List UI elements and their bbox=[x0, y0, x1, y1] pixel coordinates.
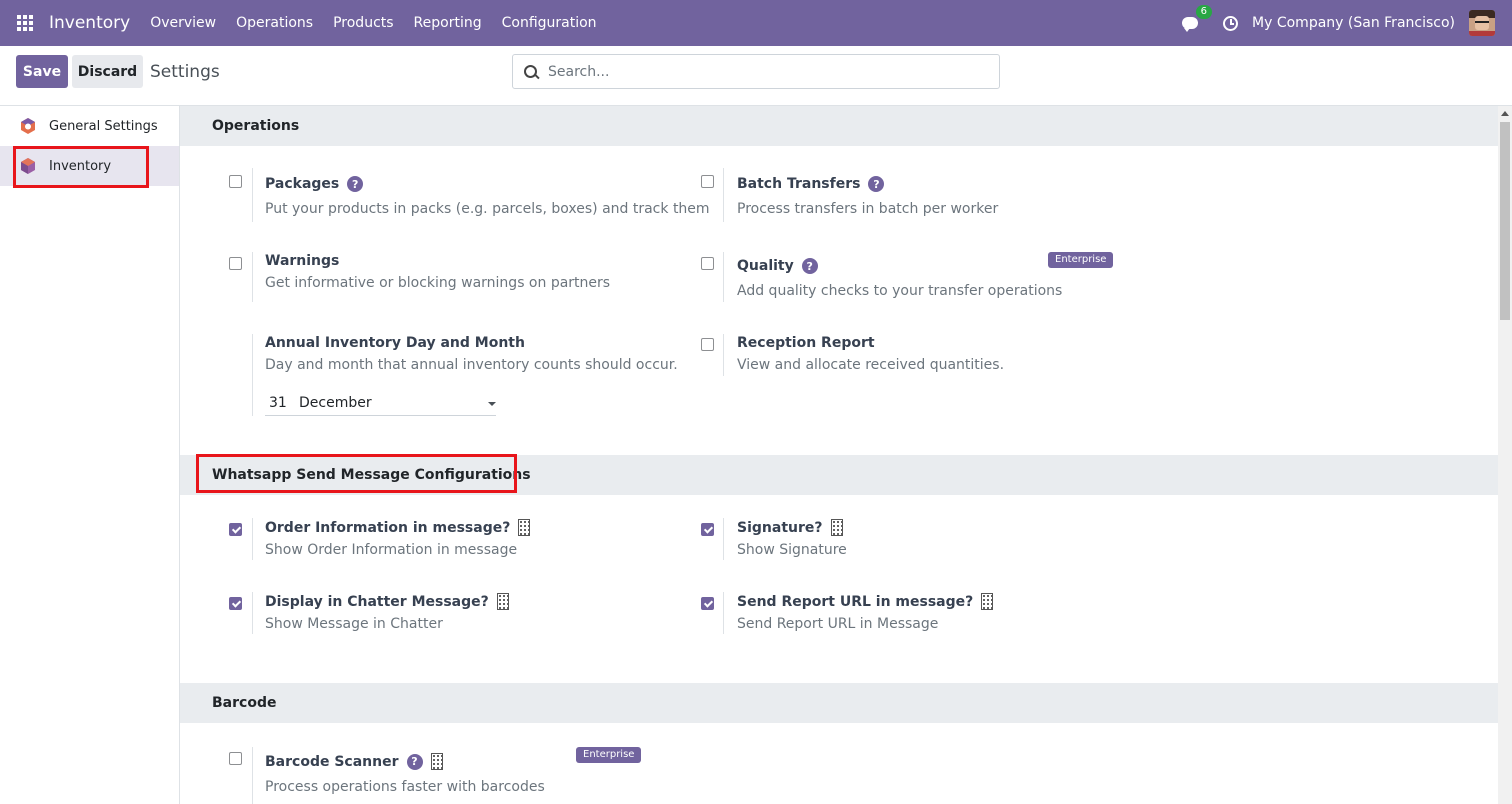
reception-report-title: Reception Report bbox=[737, 335, 875, 351]
display-chatter-description: Show Message in Chatter bbox=[265, 616, 443, 632]
annual-day-value: 31 bbox=[269, 395, 287, 411]
highlight-box-whatsapp-header bbox=[196, 454, 517, 493]
section-header-barcode: Barcode bbox=[180, 683, 1498, 723]
help-icon[interactable]: ? bbox=[347, 176, 364, 192]
help-icon[interactable]: ? bbox=[801, 258, 818, 274]
warnings-description: Get informative or blocking warnings on … bbox=[265, 275, 611, 291]
top-navbar: Inventory Overview Operations Products R… bbox=[0, 0, 1512, 46]
activity-clock-icon[interactable] bbox=[1223, 15, 1239, 31]
display-chatter-checkbox[interactable] bbox=[229, 597, 242, 610]
packages-description: Put your products in packs (e.g. parcels… bbox=[265, 201, 710, 217]
save-button[interactable]: Save bbox=[16, 55, 68, 88]
order-information-description: Show Order Information in message bbox=[265, 542, 518, 558]
scroll-up-arrow-icon[interactable] bbox=[1501, 111, 1509, 116]
discard-button[interactable]: Discard bbox=[72, 55, 143, 88]
annual-inventory-description: Day and month that annual inventory coun… bbox=[265, 357, 678, 373]
annual-inventory-date-select[interactable]: 31 December bbox=[265, 394, 496, 416]
annual-inventory-title: Annual Inventory Day and Month bbox=[265, 335, 525, 351]
section-header-operations: Operations bbox=[180, 106, 1498, 146]
barcode-scanner-description: Process operations faster with barcodes bbox=[265, 779, 545, 795]
enterprise-badge: Enterprise bbox=[576, 747, 642, 763]
batch-transfers-description: Process transfers in batch per worker bbox=[737, 201, 999, 217]
breadcrumb: Settings bbox=[150, 62, 220, 82]
reception-report-checkbox[interactable] bbox=[701, 338, 714, 351]
barcode-scanner-title: Barcode Scanner ? bbox=[265, 753, 443, 770]
sidebar-item-general-settings[interactable]: General Settings bbox=[0, 106, 179, 146]
annual-month-value: December bbox=[299, 395, 372, 411]
packages-checkbox[interactable] bbox=[229, 175, 242, 188]
company-building-icon bbox=[496, 593, 509, 610]
company-building-icon bbox=[981, 593, 994, 610]
company-building-icon bbox=[518, 519, 531, 536]
order-information-checkbox[interactable] bbox=[229, 523, 242, 536]
chat-icon[interactable]: 6 bbox=[1179, 5, 1213, 34]
chat-count-badge: 6 bbox=[1195, 5, 1213, 19]
settings-sidebar: General Settings Inventory bbox=[0, 106, 180, 804]
company-building-icon bbox=[430, 753, 443, 770]
menu-overview[interactable]: Overview bbox=[150, 15, 216, 31]
signature-title: Signature? bbox=[737, 519, 843, 536]
sidebar-item-label: General Settings bbox=[49, 118, 158, 134]
display-chatter-title: Display in Chatter Message? bbox=[265, 593, 509, 610]
help-icon[interactable]: ? bbox=[868, 176, 885, 192]
batch-transfers-checkbox[interactable] bbox=[701, 175, 714, 188]
company-switcher[interactable]: My Company (San Francisco) bbox=[1252, 15, 1455, 31]
report-url-checkbox[interactable] bbox=[701, 597, 714, 610]
signature-checkbox[interactable] bbox=[701, 523, 714, 536]
app-brand[interactable]: Inventory bbox=[49, 13, 130, 33]
menu-configuration[interactable]: Configuration bbox=[502, 15, 597, 31]
search-input[interactable] bbox=[548, 63, 968, 80]
report-url-description: Send Report URL in Message bbox=[737, 616, 939, 632]
quality-checkbox[interactable] bbox=[701, 257, 714, 270]
user-avatar[interactable] bbox=[1469, 10, 1495, 36]
general-settings-logo-icon bbox=[21, 118, 35, 134]
order-information-title: Order Information in message? bbox=[265, 519, 531, 536]
apps-menu-icon[interactable] bbox=[2, 0, 48, 46]
reception-report-description: View and allocate received quantities. bbox=[737, 357, 1005, 373]
search-bar[interactable] bbox=[512, 54, 1000, 89]
quality-title: Quality ? bbox=[737, 258, 818, 274]
help-icon[interactable]: ? bbox=[406, 753, 423, 770]
warnings-checkbox[interactable] bbox=[229, 257, 242, 270]
packages-title: Packages ? bbox=[265, 176, 364, 192]
enterprise-badge: Enterprise bbox=[1048, 252, 1114, 268]
search-icon bbox=[524, 64, 538, 79]
company-building-icon bbox=[830, 519, 843, 536]
highlight-box-inventory bbox=[13, 146, 149, 188]
chevron-down-icon bbox=[488, 402, 496, 406]
barcode-scanner-checkbox[interactable] bbox=[229, 752, 242, 765]
report-url-title: Send Report URL in message? bbox=[737, 593, 994, 610]
scrollbar-thumb[interactable] bbox=[1500, 122, 1510, 320]
warnings-title: Warnings bbox=[265, 253, 340, 269]
quality-description: Add quality checks to your transfer oper… bbox=[737, 283, 1063, 299]
content-scrollbar[interactable] bbox=[1498, 106, 1512, 804]
signature-description: Show Signature bbox=[737, 542, 847, 558]
menu-reporting[interactable]: Reporting bbox=[414, 15, 482, 31]
control-panel: Save Discard Settings bbox=[0, 46, 1512, 106]
batch-transfers-title: Batch Transfers ? bbox=[737, 176, 885, 192]
menu-products[interactable]: Products bbox=[333, 15, 393, 31]
menu-operations[interactable]: Operations bbox=[236, 15, 313, 31]
